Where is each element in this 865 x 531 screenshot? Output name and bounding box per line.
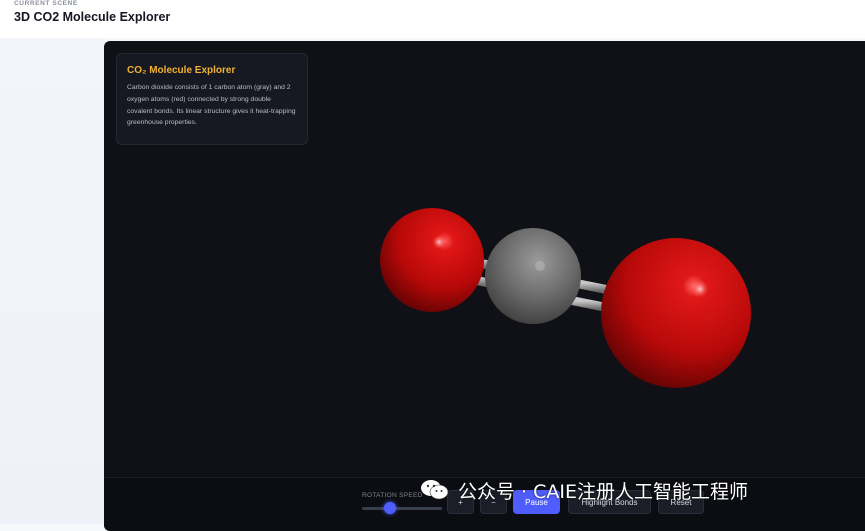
wechat-icon (421, 480, 449, 500)
rotation-speed-slider[interactable] (362, 507, 442, 510)
info-description: Carbon dioxide consists of 1 carbon atom… (127, 84, 296, 127)
rotation-speed-label: ROTATION SPEED (362, 492, 423, 499)
watermark: 公众号 · CAIE注册人工智能工程师 (420, 476, 748, 504)
scene-kicker: CURRENT SCENE (14, 0, 78, 7)
info-title: CO₂ Molecule Explorer (127, 65, 236, 76)
oxygen-atom-right[interactable] (601, 238, 751, 388)
watermark-text: 公众号 · CAIE注册人工智能工程师 (458, 480, 748, 503)
page-title: 3D CO2 Molecule Explorer (14, 10, 171, 24)
3d-viewport[interactable]: CO₂ Molecule Explorer Carbon dioxide con… (104, 41, 865, 531)
left-gutter (0, 38, 104, 524)
top-bar: CURRENT SCENE 3D CO2 Molecule Explorer (0, 0, 865, 38)
rotation-speed-thumb[interactable] (384, 502, 396, 514)
carbon-atom[interactable] (485, 228, 581, 324)
info-card: CO₂ Molecule Explorer Carbon dioxide con… (116, 53, 308, 145)
oxygen-atom-left[interactable] (380, 208, 484, 312)
